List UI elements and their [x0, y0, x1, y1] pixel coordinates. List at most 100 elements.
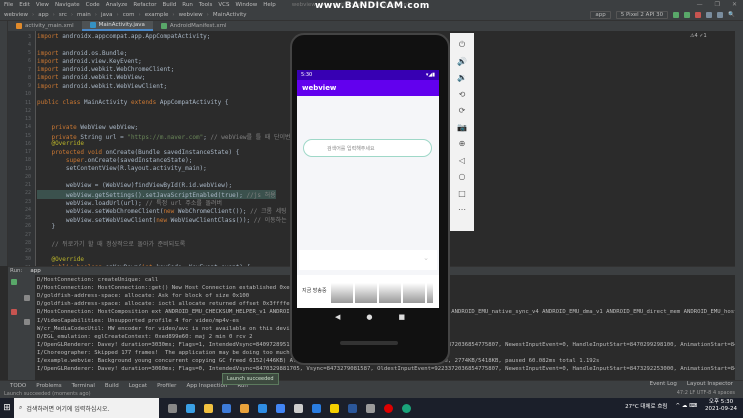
volume-down-icon[interactable]: 🔉 [457, 70, 467, 87]
calculator-icon[interactable] [294, 403, 303, 413]
tool-window-event-log[interactable]: Event Log [650, 381, 677, 387]
breadcrumb-item[interactable]: MainActivity [213, 12, 247, 18]
breadcrumb-separator: › [138, 12, 141, 18]
live-thumbnail[interactable] [427, 283, 433, 303]
web-dropdown-card[interactable]: ⌄ [299, 250, 437, 270]
breadcrumb-item[interactable]: example [145, 12, 169, 18]
app-icon[interactable] [186, 403, 195, 413]
android-studio-icon[interactable] [402, 403, 411, 413]
breadcrumb-item[interactable]: java [101, 12, 113, 18]
live-thumbnail[interactable] [403, 283, 425, 303]
menu-item-refactor[interactable]: Refactor [133, 2, 156, 8]
tool-window-build[interactable]: Build [105, 383, 119, 389]
taskbar-search[interactable]: ⌕ 검색하려면 여기에 입력하십시오. [14, 398, 159, 418]
app-icon[interactable] [222, 403, 231, 413]
line-number: 21 [24, 182, 31, 188]
folder-icon[interactable] [312, 403, 321, 413]
breadcrumb-item[interactable]: com [123, 12, 135, 18]
camera-icon[interactable]: 📷 [457, 120, 467, 137]
file-icon [89, 22, 96, 28]
phone-nav-bar: ◀ ● ■ [292, 313, 448, 333]
tool-window-logcat[interactable]: Logcat [129, 383, 147, 389]
avd-manager-icon[interactable] [717, 12, 724, 18]
menu-item-help[interactable]: Help [263, 2, 276, 8]
rotate-right-icon[interactable]: ⟳ [459, 103, 466, 120]
phone-screen[interactable]: 5:30 ▾◢▮ webview 검색어를 입력해주세요 ⌄ 지금 방송중 [297, 70, 439, 308]
app-icon[interactable] [276, 403, 285, 413]
editor-tab[interactable]: activity_main.xml [8, 21, 82, 31]
windows-start-icon[interactable]: ⊞ [0, 398, 14, 418]
chrome-icon[interactable] [240, 403, 249, 413]
editor-tab[interactable]: MainActivity.java [81, 21, 153, 31]
tool-window-layout-inspector[interactable]: Layout Inspector [687, 381, 733, 387]
task-view-icon[interactable] [168, 403, 177, 413]
explorer-icon[interactable] [204, 403, 213, 413]
tray-icons[interactable]: ^ ☁ ⌨ [675, 403, 697, 409]
menu-item-analyze[interactable]: Analyze [106, 2, 128, 8]
back-icon[interactable]: ◁ [459, 153, 465, 170]
line-number: 13 [24, 116, 31, 122]
tool-window-todo[interactable]: TODO [10, 383, 26, 389]
close-icon[interactable]: ✕ [732, 1, 737, 8]
overview-icon[interactable]: □ [458, 186, 466, 203]
file-icon [16, 23, 22, 29]
menu-item-navigate[interactable]: Navigate [55, 2, 80, 8]
menu-item-build[interactable]: Build [162, 2, 176, 8]
code-line: @Override [51, 255, 84, 263]
menu-item-edit[interactable]: Edit [19, 2, 30, 8]
edge-icon[interactable] [258, 403, 267, 413]
menu-item-window[interactable]: Window [236, 2, 258, 8]
breadcrumb-item[interactable]: app [38, 12, 48, 18]
breadcrumb-item[interactable]: webview [179, 12, 203, 18]
menu-item-tools[interactable]: Tools [199, 2, 213, 8]
live-thumbnail[interactable] [355, 283, 377, 303]
run-icon[interactable] [673, 12, 680, 18]
menu-item-run[interactable]: Run [182, 2, 193, 8]
menu-item-code[interactable]: Code [86, 2, 100, 8]
rotate-left-icon[interactable]: ⟲ [459, 87, 466, 104]
more-icon[interactable]: ⋯ [458, 202, 466, 219]
inspection-widget[interactable]: ⚠4 ✓1 [690, 33, 707, 39]
stop-icon[interactable] [695, 12, 702, 18]
soft-wrap-icon[interactable] [24, 295, 30, 301]
maximize-icon[interactable]: ❐ [715, 1, 720, 8]
clock[interactable]: 오후 5:30 2021-09-24 [705, 399, 737, 413]
line-number: 8 [27, 74, 31, 81]
live-thumbnail[interactable] [379, 283, 401, 303]
debug-icon[interactable] [684, 12, 691, 18]
tool-window-profiler[interactable]: Profiler [157, 383, 176, 389]
sticky-notes-icon[interactable] [330, 403, 339, 413]
breadcrumb-item[interactable]: src [59, 12, 67, 18]
editor-tab[interactable]: AndroidManifest.xml [153, 21, 235, 31]
menu-item-vcs[interactable]: VCS [218, 2, 229, 8]
recents-icon[interactable]: ■ [398, 313, 405, 333]
sdk-manager-icon[interactable] [706, 12, 713, 18]
run-config-select[interactable]: app [590, 11, 611, 19]
breadcrumb-item[interactable]: webview [4, 12, 28, 18]
minimize-icon[interactable]: — [697, 1, 703, 8]
zoom-icon[interactable]: ⊕ [459, 136, 466, 153]
rerun-icon[interactable] [11, 279, 17, 285]
device-select[interactable]: 5 Pixel 2 API 30 [615, 11, 669, 19]
tool-window-problems[interactable]: Problems [36, 383, 61, 389]
run-tab-app[interactable]: app [30, 268, 40, 274]
app-icon[interactable] [366, 403, 375, 413]
web-search-input[interactable]: 검색어를 입력해주세요 [303, 139, 432, 157]
print-icon[interactable] [24, 319, 30, 325]
word-icon[interactable] [348, 403, 357, 413]
search-icon[interactable]: 🔍 [728, 12, 735, 18]
menu-item-file[interactable]: File [4, 2, 13, 8]
home-icon[interactable]: ● [366, 313, 372, 333]
live-thumbnail[interactable] [331, 283, 353, 303]
console-line: I/OpenGLRenderer: Davey! duration=3060ms… [37, 366, 735, 373]
volume-up-icon[interactable]: 🔊 [457, 54, 467, 71]
stop-icon[interactable] [11, 309, 17, 315]
power-icon[interactable]: ⏻ [459, 37, 465, 54]
menu-item-view[interactable]: View [36, 2, 49, 8]
breadcrumb-item[interactable]: main [77, 12, 91, 18]
back-icon[interactable]: ◀ [335, 313, 340, 333]
home-icon[interactable]: ○ [459, 169, 466, 186]
weather[interactable]: 27°C 대체로 흐림 [625, 402, 667, 410]
bandicam-icon[interactable] [384, 403, 393, 413]
tool-window-terminal[interactable]: Terminal [72, 383, 95, 389]
